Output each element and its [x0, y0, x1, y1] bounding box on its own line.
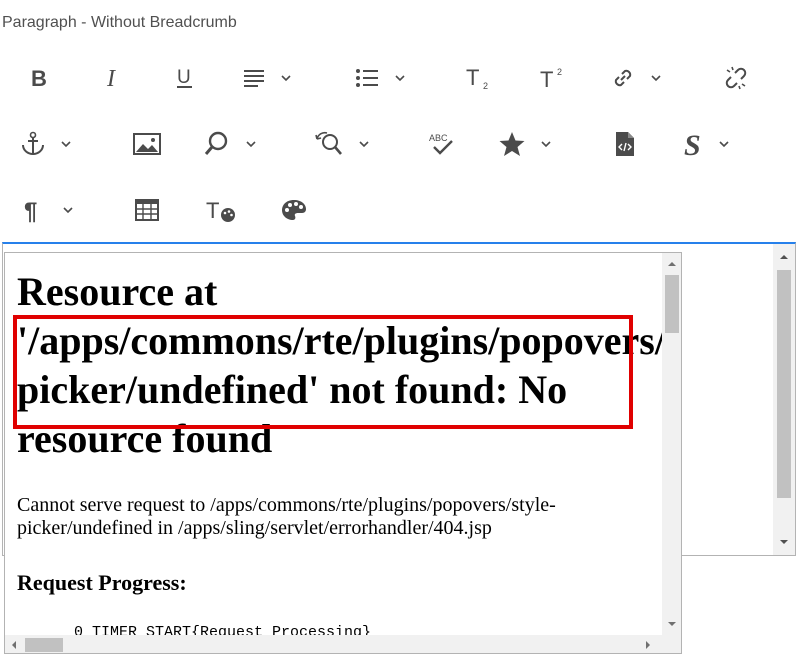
svg-text:¶: ¶	[24, 198, 37, 223]
chevron-down-icon	[246, 141, 256, 148]
chevron-down-icon	[281, 75, 291, 82]
find-dropdown[interactable]	[203, 124, 283, 164]
link-icon	[614, 69, 632, 87]
find-icon	[204, 131, 228, 155]
error-message-line: picker/undefined in /apps/sling/servlet/…	[17, 517, 492, 539]
frame-horizontal-scrollbar[interactable]	[5, 635, 681, 653]
bold-icon: B	[31, 67, 47, 89]
superscript-button[interactable]: T2	[536, 58, 570, 98]
scroll-right-icon[interactable]	[643, 640, 653, 650]
image-button[interactable]	[130, 124, 164, 164]
scroll-down-icon[interactable]	[779, 537, 789, 547]
spellcheck-button[interactable]: ABC	[425, 124, 459, 164]
image-icon	[133, 133, 161, 155]
justify-dropdown[interactable]	[242, 58, 322, 98]
find-replace-dropdown[interactable]	[314, 124, 394, 164]
styles-icon: S	[684, 129, 701, 159]
find-replace-icon	[315, 131, 342, 155]
editor-scrollbar-thumb[interactable]	[777, 270, 791, 498]
error-message: Cannot serve request to /apps/commons/rt…	[17, 494, 617, 540]
pilcrow-icon: ¶	[24, 198, 37, 223]
link-dropdown[interactable]	[610, 58, 690, 98]
frame-horizontal-scrollbar-thumb[interactable]	[25, 638, 63, 652]
subscript-button[interactable]: T2	[462, 58, 496, 98]
spellcheck-icon: ABC	[429, 133, 453, 155]
chevron-down-icon	[651, 75, 661, 82]
source-edit-button[interactable]	[608, 124, 642, 164]
scroll-left-icon[interactable]	[9, 640, 19, 650]
error-title: Resource at '/apps/commons/rte/plugins/po…	[17, 267, 681, 463]
table-icon	[135, 199, 159, 221]
chevron-down-icon	[359, 141, 369, 148]
chevron-down-icon	[541, 141, 551, 148]
svg-text:2: 2	[483, 81, 488, 91]
paragraph-format-dropdown[interactable]: ¶	[22, 190, 102, 230]
scroll-down-icon[interactable]	[667, 619, 677, 629]
svg-text:ABC: ABC	[429, 133, 448, 143]
scroll-up-icon[interactable]	[667, 259, 677, 269]
field-label: Paragraph - Without Breadcrumb	[2, 14, 237, 31]
error-page: Resource at '/apps/commons/rte/plugins/po…	[17, 267, 681, 641]
svg-text:2: 2	[557, 67, 562, 77]
chevron-down-icon	[61, 141, 71, 148]
list-dropdown[interactable]	[354, 58, 434, 98]
table-button[interactable]	[130, 190, 164, 230]
list-icon	[356, 69, 378, 87]
error-message-line: Cannot serve request to /apps/commons/rt…	[17, 494, 556, 516]
palette-button[interactable]	[277, 190, 311, 230]
error-title-line: Resource at	[17, 269, 218, 314]
svg-text:I: I	[106, 67, 116, 89]
unlink-icon	[725, 66, 747, 90]
justify-icon	[244, 70, 264, 87]
svg-text:S: S	[684, 129, 701, 159]
editor-scrollbar[interactable]	[773, 244, 795, 555]
underline-button[interactable]: U	[168, 58, 202, 98]
unlink-button[interactable]	[719, 58, 753, 98]
italic-button[interactable]: I	[95, 58, 129, 98]
scroll-up-icon[interactable]	[779, 252, 789, 262]
error-title-line: resource found	[17, 416, 273, 461]
frame-vertical-scrollbar-thumb[interactable]	[665, 275, 679, 333]
frame-vertical-scrollbar[interactable]	[662, 253, 681, 635]
text-style-icon: T	[206, 198, 235, 223]
source-edit-icon	[616, 132, 634, 156]
star-icon	[499, 132, 525, 156]
progress-heading: Request Progress:	[17, 570, 187, 595]
svg-text:T: T	[540, 67, 553, 91]
italic-icon: I	[106, 67, 116, 89]
svg-text:T: T	[206, 198, 219, 223]
svg-text:B: B	[31, 67, 47, 89]
error-title-line: picker/undefined' not found: No	[17, 367, 568, 412]
text-style-button[interactable]: T	[203, 190, 237, 230]
svg-text:T: T	[466, 65, 479, 90]
svg-text:U: U	[177, 67, 191, 88]
bold-button[interactable]: B	[22, 58, 56, 98]
chevron-down-icon	[719, 141, 729, 148]
palette-icon	[282, 200, 306, 220]
superscript-icon: T2	[540, 67, 562, 91]
chevron-down-icon	[395, 75, 405, 82]
styles-dropdown[interactable]: S	[682, 124, 762, 164]
anchor-dropdown[interactable]	[20, 124, 100, 164]
special-chars-dropdown[interactable]	[498, 124, 578, 164]
popover-frame: Resource at '/apps/commons/rte/plugins/po…	[4, 252, 682, 654]
subscript-icon: T2	[466, 65, 488, 91]
error-title-line: '/apps/commons/rte/plugins/popovers/styl…	[17, 318, 681, 363]
chevron-down-icon	[63, 207, 73, 214]
anchor-icon	[22, 131, 44, 155]
underline-icon: U	[177, 67, 192, 88]
